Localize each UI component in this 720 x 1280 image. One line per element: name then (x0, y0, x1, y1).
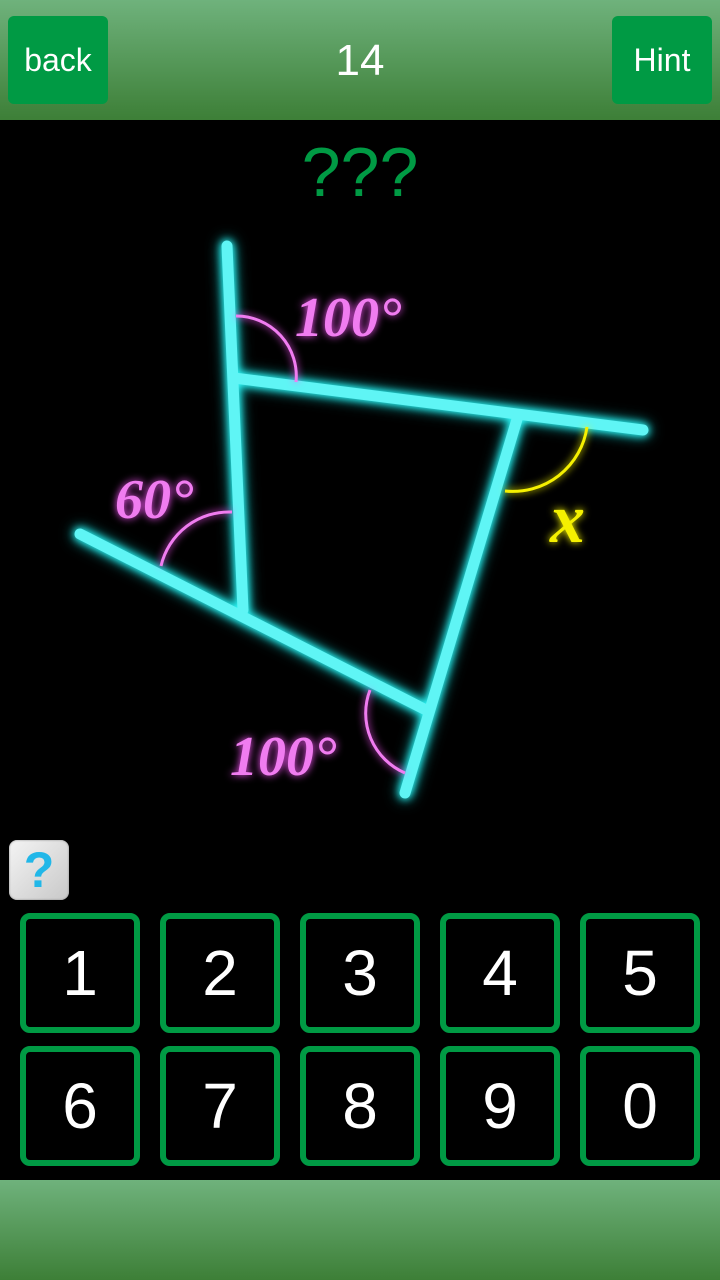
key-7[interactable]: 7 (160, 1046, 280, 1166)
key-9[interactable]: 9 (440, 1046, 560, 1166)
line-top (228, 372, 649, 436)
line-right (399, 410, 524, 799)
key-5[interactable]: 5 (580, 913, 700, 1033)
line-left-vertical (221, 240, 249, 616)
arc-top-angle (235, 314, 298, 383)
question-mark-icon[interactable]: ? (9, 840, 69, 900)
key-4[interactable]: 4 (440, 913, 560, 1033)
label-top-angle: 100° (295, 287, 402, 349)
label-left-angle: 60° (115, 469, 194, 531)
key-2[interactable]: 2 (160, 913, 280, 1033)
key-1[interactable]: 1 (20, 913, 140, 1033)
bottom-bar (0, 1180, 720, 1280)
line-bottom-left (74, 528, 434, 717)
label-unknown-angle: x (549, 481, 585, 558)
label-bottom-angle: 100° (230, 726, 337, 788)
key-3[interactable]: 3 (300, 913, 420, 1033)
key-6[interactable]: 6 (20, 1046, 140, 1166)
key-0[interactable]: 0 (580, 1046, 700, 1166)
key-8[interactable]: 8 (300, 1046, 420, 1166)
angle-diagram: 100° 60° 100° x (74, 240, 649, 799)
